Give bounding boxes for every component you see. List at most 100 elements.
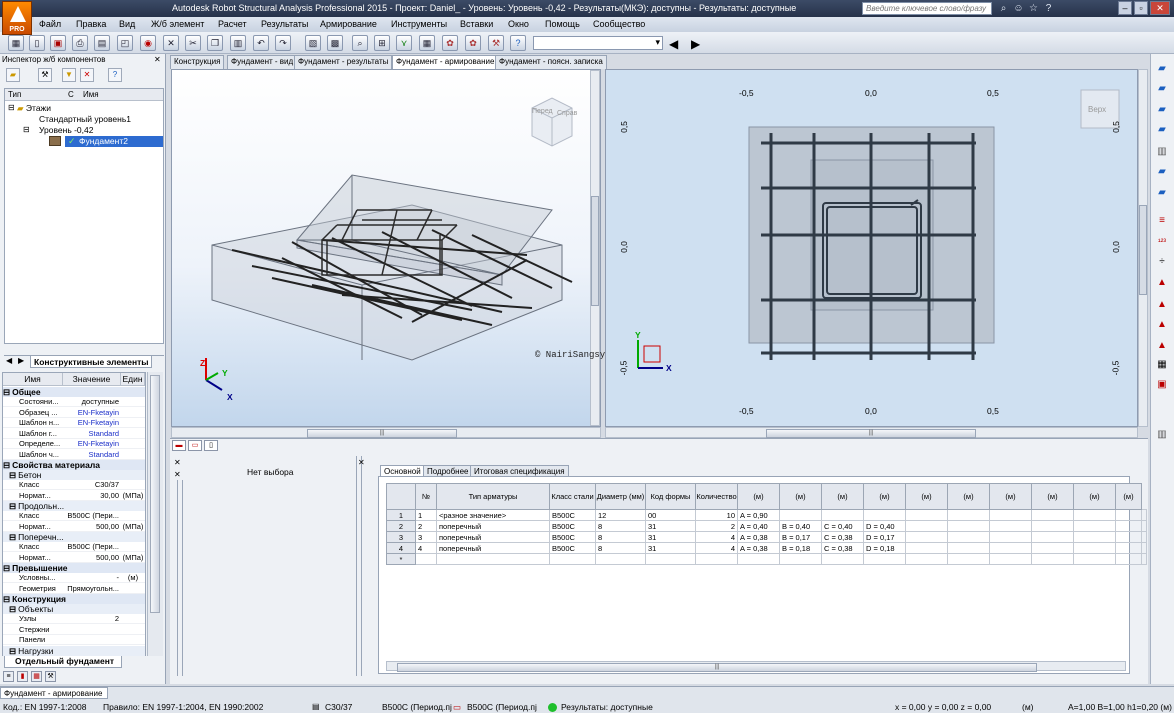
scroll-thumb[interactable] [591, 196, 599, 306]
viewcube-front[interactable]: Перед [532, 108, 553, 115]
wrench-icon[interactable]: ⚒ [488, 35, 504, 51]
menu-tools[interactable]: Инструменты [391, 19, 447, 29]
prop-col-value[interactable]: Значение [63, 373, 121, 386]
tab-structure[interactable]: Конструкция [170, 55, 225, 69]
app-logo[interactable]: PRO [2, 1, 32, 35]
structure-icon[interactable]: ▦ [8, 35, 24, 51]
viewcube-top[interactable]: Верх [1088, 105, 1106, 114]
scroll-thumb[interactable]: ||| [397, 663, 1037, 672]
prop-row[interactable]: Шаблон н... EN-Fketayin [3, 418, 145, 428]
tree-item-level[interactable]: Уровень -0,42 [39, 125, 93, 135]
table-cell[interactable] [1141, 553, 1147, 565]
view-3d[interactable]: Перед Справ Z Y X [171, 69, 601, 427]
table-cell[interactable]: A = 0,40 [737, 520, 780, 532]
table-cell[interactable] [1073, 542, 1116, 554]
tree-toggle[interactable]: ⊟ [8, 103, 15, 112]
filter-icon[interactable]: ▼ [62, 68, 76, 82]
col-header[interactable]: (м) [989, 483, 1032, 510]
table-cell[interactable]: C = 0,38 [821, 542, 864, 554]
col-header[interactable]: (м) [737, 483, 780, 510]
load-icon[interactable]: ▲ [1154, 276, 1170, 290]
layer-icon[interactable]: ▰ [1154, 103, 1170, 117]
group-toggle-icon[interactable]: ⊟ [9, 646, 16, 656]
table-hscroll[interactable]: ||| [386, 661, 1126, 672]
table-cell[interactable]: <разное значение> [436, 509, 550, 521]
group-toggle-icon[interactable]: ⊟ [9, 501, 16, 511]
view3d-hscroll[interactable]: ||| [171, 427, 601, 438]
table-cell[interactable] [905, 509, 948, 521]
tab-isolated-foundation[interactable]: Отдельный фундамент [4, 656, 122, 668]
table-cell[interactable] [905, 542, 948, 554]
table-cell[interactable]: 8 [595, 542, 646, 554]
screen-capture-icon[interactable]: ◰ [117, 35, 133, 51]
view2d-hscroll[interactable]: ||| [605, 427, 1138, 438]
col-header[interactable]: (м) [947, 483, 990, 510]
book-icon[interactable]: ▮ [17, 671, 28, 682]
prop-value[interactable]: 500,00 [65, 522, 119, 532]
group-toggle-icon[interactable]: ⊟ [3, 460, 10, 470]
table-icon[interactable]: ▧ [305, 35, 321, 51]
viewcube[interactable] [531, 97, 573, 147]
prop-value[interactable]: EN-Fketayin [65, 418, 119, 428]
calculator-icon[interactable]: ▦ [419, 35, 435, 51]
table-cell[interactable] [1073, 553, 1116, 565]
table-cell[interactable] [1115, 520, 1142, 532]
table-cell[interactable] [1115, 542, 1142, 554]
table-cell[interactable]: поперечный [436, 542, 550, 554]
tree-col-name[interactable]: Имя [83, 90, 99, 99]
col-header[interactable]: Класс стали [549, 483, 596, 510]
properties-scrollbar[interactable] [147, 372, 163, 656]
prop-row[interactable]: Панели [3, 635, 145, 645]
scroll-thumb[interactable]: ||| [307, 429, 457, 438]
grid-icon[interactable]: ▥ [1154, 145, 1170, 159]
table-cell[interactable] [947, 520, 990, 532]
menu-window[interactable]: Окно [508, 19, 529, 29]
status-steel-1[interactable]: B500C (Период.пј [382, 702, 452, 712]
table-icon[interactable]: ▦ [1154, 358, 1170, 372]
delete-icon[interactable]: ✕ [163, 35, 179, 51]
table-cell[interactable] [989, 553, 1032, 565]
table-cell[interactable] [1141, 531, 1147, 543]
prop-row[interactable]: Класс B500C (Пери... [3, 511, 145, 521]
table-cell[interactable]: 10 [695, 509, 738, 521]
cut-icon[interactable]: ✂ [185, 35, 201, 51]
table-cell[interactable]: 1 [415, 509, 437, 521]
numbering-icon[interactable]: ¹²³ [1154, 235, 1170, 249]
prop-col-name[interactable]: Имя [3, 373, 63, 386]
table-cell[interactable] [947, 531, 990, 543]
prop-row[interactable]: Условны... - (м) [3, 573, 145, 583]
stop-icon[interactable]: ▣ [1154, 378, 1170, 392]
table-cell[interactable] [989, 520, 1032, 532]
search-icon[interactable]: ⌕ [997, 2, 1010, 15]
pan-icon[interactable]: ▰ [1154, 186, 1170, 200]
row-header[interactable]: * [386, 553, 416, 565]
menu-edit[interactable]: Правка [76, 19, 106, 29]
tab-foundation-view[interactable]: Фундамент - вид [227, 55, 298, 69]
table-cell[interactable]: поперечный [436, 520, 550, 532]
prop-value[interactable]: Standard [65, 429, 119, 439]
col-header[interactable]: (м) [1115, 483, 1142, 510]
folder-icon[interactable]: ▰ [6, 68, 20, 82]
table-cell[interactable]: 12 [595, 509, 646, 521]
redo-icon[interactable]: ↷ [275, 35, 291, 51]
col-header[interactable]: (м) [905, 483, 948, 510]
star-icon[interactable]: ☆ [1027, 2, 1040, 15]
supports-icon[interactable]: ⋎ [396, 35, 412, 51]
table-cell[interactable] [863, 509, 906, 521]
new-file-icon[interactable]: ▯ [29, 35, 45, 51]
table-cell[interactable]: 31 [645, 520, 696, 532]
print-icon[interactable]: ⎙ [72, 35, 88, 51]
zoom-icon[interactable]: ⌕ [352, 35, 368, 51]
tree-item-foundation[interactable]: Фундамент2 [65, 136, 163, 147]
table-cell[interactable] [947, 553, 990, 565]
prop-row[interactable]: Образец ... EN-Fketayin [3, 408, 145, 418]
close-button[interactable]: ✕ [1150, 1, 1170, 15]
table-cell[interactable]: C = 0,38 [821, 531, 864, 543]
menu-add-ins[interactable]: Вставки [460, 19, 493, 29]
col-header[interactable]: Количество [695, 483, 738, 510]
table-cell[interactable] [595, 553, 646, 565]
section-icon[interactable]: ▰ [1154, 62, 1170, 76]
close-icon[interactable]: ✕ [174, 470, 181, 479]
table-cell[interactable] [549, 553, 596, 565]
save-icon[interactable]: ▣ [50, 35, 66, 51]
